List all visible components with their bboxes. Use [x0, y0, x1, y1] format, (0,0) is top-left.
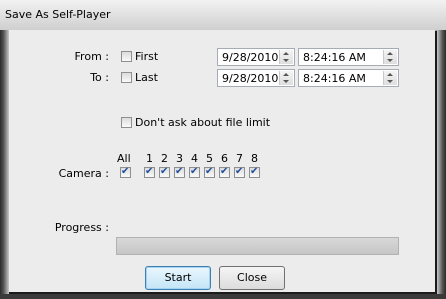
camera-3-checkbox[interactable]	[174, 165, 185, 179]
to-label: To :	[90, 71, 109, 84]
from-date-value: 9/28/2010	[222, 51, 279, 64]
spin-up-icon[interactable]	[283, 52, 289, 55]
window-frame-right	[437, 30, 446, 299]
camera-2-checkbox[interactable]	[159, 165, 170, 179]
camera-all-checkbox[interactable]	[120, 165, 131, 179]
spin-down-icon[interactable]	[283, 80, 289, 83]
start-button[interactable]: Start	[145, 266, 211, 290]
file-limit-checkbox[interactable]	[121, 117, 132, 128]
camera-1-checkbox[interactable]	[144, 165, 155, 179]
spin-up-icon[interactable]	[387, 52, 393, 55]
camera-all-header: All	[117, 152, 131, 165]
spin-down-icon[interactable]	[283, 59, 289, 62]
to-date-picker[interactable]: 9/28/2010	[217, 69, 295, 87]
from-date-picker[interactable]: 9/28/2010	[217, 48, 295, 66]
from-date-spinner[interactable]	[279, 50, 293, 64]
dialog-body: From : First 9/28/2010 8:24:16 AM To : L…	[9, 30, 435, 292]
close-button[interactable]: Close	[219, 266, 285, 290]
to-last-label: Last	[135, 71, 158, 84]
from-label: From :	[74, 50, 109, 63]
from-first-checkbox[interactable]	[121, 51, 132, 62]
camera-8-checkbox[interactable]	[249, 165, 260, 179]
save-as-self-player-dialog: Save As Self-Player From : First 9/28/20…	[0, 0, 446, 299]
progress-label: Progress :	[54, 221, 109, 234]
camera-7-checkbox[interactable]	[234, 165, 245, 179]
from-time-picker[interactable]: 8:24:16 AM	[298, 48, 399, 66]
window-frame-bottom	[0, 294, 446, 299]
spin-up-icon[interactable]	[283, 73, 289, 76]
camera-4-header: 4	[191, 152, 198, 165]
camera-4-checkbox[interactable]	[189, 165, 200, 179]
camera-8-header: 8	[251, 152, 258, 165]
spin-up-icon[interactable]	[387, 73, 393, 76]
to-date-spinner[interactable]	[279, 71, 293, 85]
from-first-label: First	[135, 50, 159, 63]
camera-2-header: 2	[161, 152, 168, 165]
window-title: Save As Self-Player	[5, 8, 111, 21]
to-date-value: 9/28/2010	[222, 72, 279, 85]
progress-bar	[116, 237, 399, 255]
to-time-picker[interactable]: 8:24:16 AM	[298, 69, 399, 87]
to-time-spinner[interactable]	[383, 71, 397, 85]
spin-down-icon[interactable]	[387, 59, 393, 62]
from-time-spinner[interactable]	[383, 50, 397, 64]
camera-label: Camera :	[58, 167, 109, 180]
to-time-value: 8:24:16 AM	[303, 72, 366, 85]
to-last-checkbox[interactable]	[121, 72, 132, 83]
camera-6-header: 6	[221, 152, 228, 165]
camera-1-header: 1	[146, 152, 153, 165]
camera-7-header: 7	[236, 152, 243, 165]
window-frame-left	[0, 30, 9, 299]
camera-5-checkbox[interactable]	[204, 165, 215, 179]
camera-5-header: 5	[206, 152, 213, 165]
camera-3-header: 3	[176, 152, 183, 165]
title-bar[interactable]: Save As Self-Player	[0, 0, 446, 31]
spin-down-icon[interactable]	[387, 80, 393, 83]
file-limit-label: Don't ask about file limit	[135, 116, 271, 129]
from-time-value: 8:24:16 AM	[303, 51, 366, 64]
camera-6-checkbox[interactable]	[219, 165, 230, 179]
